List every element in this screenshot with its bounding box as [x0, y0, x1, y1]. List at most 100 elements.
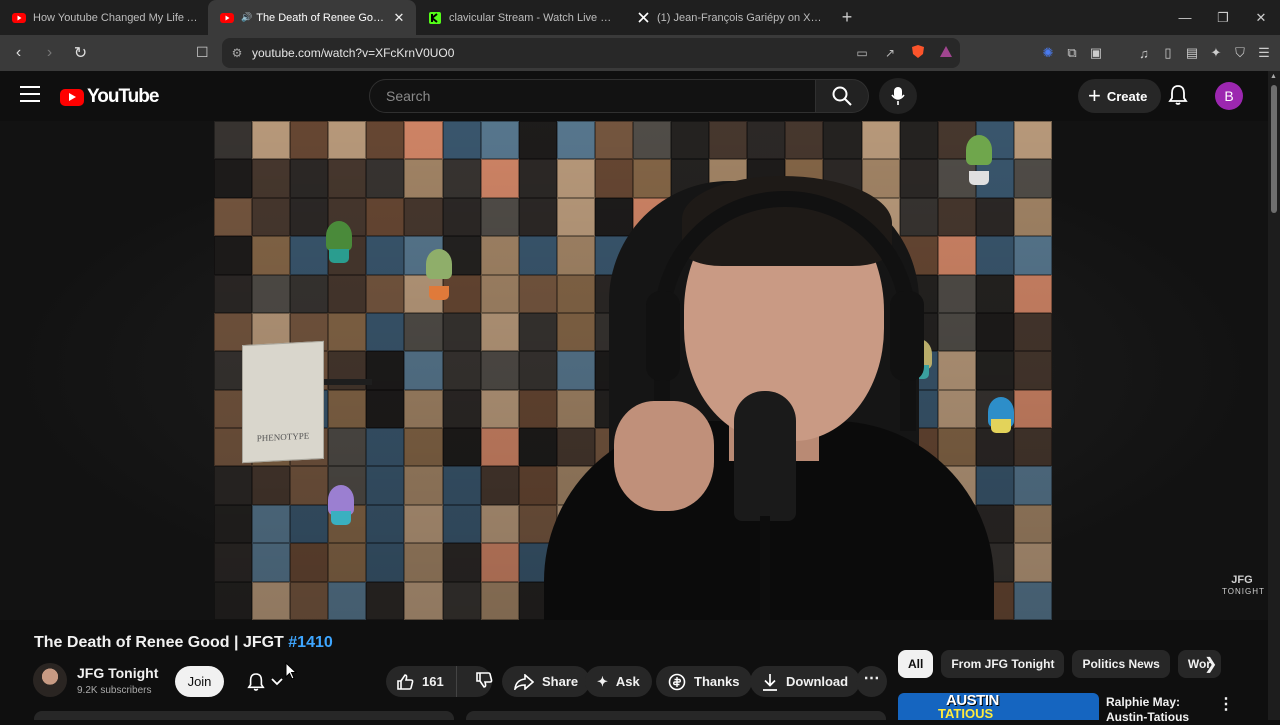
more-options-icon[interactable]: ⋮ [1218, 694, 1234, 714]
close-window-icon[interactable]: ✕ [1242, 0, 1280, 35]
create-label: Create [1106, 88, 1148, 104]
music-icon[interactable]: ♫ [1132, 46, 1156, 61]
channel-avatar[interactable] [33, 663, 67, 697]
scrollbar-thumb[interactable] [1271, 85, 1277, 213]
page-scrollbar[interactable]: ▲ [1268, 71, 1280, 720]
share-icon [514, 673, 534, 690]
extension-icon[interactable]: ✺ [1036, 45, 1060, 61]
extensions-area: ✺ ⧉ ▣ ♫ ▯ ▤ ✦ ⛉ ☰ [1036, 35, 1276, 71]
plant-decor [426, 249, 452, 279]
more-actions-button[interactable]: ⋯ [856, 666, 887, 697]
video-player[interactable]: PHENOTYPE JFG TONIGHT [0, 121, 1268, 620]
search-box [369, 79, 816, 113]
headphones [654, 191, 916, 431]
speaker-icon[interactable]: 🔊 [241, 12, 252, 23]
tab-title: How Youtube Changed My Life Alrea [33, 11, 198, 24]
forward-icon[interactable]: › [37, 44, 62, 62]
browser-tab-bar: How Youtube Changed My Life Alrea 🔊 The … [0, 0, 1280, 35]
chevron-down-icon [271, 677, 283, 685]
account-avatar[interactable]: B [1215, 82, 1243, 110]
cast-icon[interactable]: ▭ [848, 46, 876, 60]
download-icon [763, 673, 777, 691]
url-text[interactable]: youtube.com/watch?v=XFcKrnV0UO0 [252, 46, 848, 60]
browser-tab-4[interactable]: (1) Jean-François Gariépy on X: "I [624, 0, 832, 35]
kick-icon [428, 11, 442, 25]
puzzle-icon[interactable]: ⧉ [1060, 45, 1084, 61]
sidebar-icon[interactable]: ▯ [1156, 45, 1180, 61]
search-input[interactable] [370, 80, 815, 112]
bell-icon [1168, 85, 1188, 105]
x-icon [636, 11, 650, 25]
brave-shield-icon[interactable] [904, 44, 932, 62]
wallet-icon[interactable]: ▤ [1180, 45, 1204, 61]
browser-toolbar: ‹ › ↻ ☐ ⚙ youtube.com/watch?v=XFcKrnV0UO… [0, 35, 1280, 71]
info-card[interactable] [466, 711, 886, 720]
like-dislike-group: 161 [386, 666, 493, 697]
notifications-button[interactable] [1168, 84, 1188, 111]
thumbs-down-icon [475, 672, 493, 688]
create-button[interactable]: + Create [1078, 79, 1162, 113]
like-button[interactable]: 161 [386, 666, 457, 697]
close-tab-icon[interactable]: ✕ [392, 10, 406, 26]
sparkle-icon: ✦ [597, 673, 608, 689]
plus-icon: + [1088, 83, 1101, 108]
minimize-icon[interactable]: — [1166, 0, 1204, 35]
search-button[interactable] [815, 79, 869, 113]
tab-title: clavicular Stream - Watch Live on Kic [449, 11, 614, 24]
video-frame[interactable]: PHENOTYPE [214, 121, 1052, 620]
youtube-icon [220, 11, 234, 25]
browser-tab-2[interactable]: 🔊 The Death of Renee Good | JF ✕ [208, 0, 416, 35]
video-title: The Death of Renee Good | JFGT #1410 [34, 634, 333, 651]
ask-button[interactable]: ✦ Ask [585, 666, 652, 697]
chip-all[interactable]: All [898, 650, 934, 678]
reload-icon[interactable]: ↻ [68, 43, 93, 63]
tab-title: The Death of Renee Good | JF [256, 11, 386, 24]
leo-ai-icon[interactable]: ✦ [1204, 45, 1228, 61]
share-page-icon[interactable]: ↗ [876, 46, 904, 60]
vpn-icon[interactable]: ⛉ [1228, 45, 1252, 61]
chip-from-channel[interactable]: From JFG Tonight [941, 650, 1065, 678]
dislike-button[interactable] [465, 671, 493, 692]
new-tab-icon[interactable]: + [832, 7, 862, 28]
restore-icon[interactable]: ❐ [1204, 0, 1242, 35]
search-icon [832, 86, 852, 106]
menu-icon[interactable]: ☰ [1252, 45, 1276, 61]
thumbs-up-icon [397, 673, 414, 690]
browser-tab-1[interactable]: How Youtube Changed My Life Alrea [0, 0, 208, 35]
channel-name[interactable]: JFG Tonight [77, 665, 158, 681]
window-controls: — ❐ ✕ [1166, 0, 1280, 35]
screenshot-icon[interactable]: ▣ [1084, 45, 1108, 61]
subscriber-count: 9.2K subscribers [77, 685, 152, 696]
browser-tab-3[interactable]: clavicular Stream - Watch Live on Kic [416, 0, 624, 35]
microphone-icon [891, 87, 905, 105]
chip-politics-news[interactable]: Politics News [1072, 650, 1170, 678]
site-info-icon[interactable]: ⚙ [222, 46, 252, 60]
book-on-shelf: PHENOTYPE [242, 340, 324, 464]
brave-rewards-icon[interactable] [932, 45, 960, 61]
recommended-video-title[interactable]: Ralphie May: Austin-Tatious [1106, 695, 1206, 725]
person-hand [614, 401, 714, 511]
youtube-logo[interactable]: YouTube [60, 86, 159, 108]
thanks-button[interactable]: Thanks [656, 666, 752, 697]
studio-microphone [734, 391, 796, 521]
join-button[interactable]: Join [175, 666, 224, 697]
bookmark-icon[interactable]: ☐ [196, 44, 209, 61]
share-button[interactable]: Share [502, 666, 591, 697]
logo-text: YouTube [87, 86, 159, 107]
mouse-cursor [285, 661, 298, 685]
recommended-video-thumbnail[interactable]: AUSTIN TATIOUS [898, 693, 1099, 720]
back-icon[interactable]: ‹ [6, 44, 31, 62]
menu-icon[interactable] [20, 86, 40, 107]
chevron-right-icon[interactable]: ❯ [1204, 654, 1217, 674]
tab-title: (1) Jean-François Gariépy on X: "I [657, 11, 822, 24]
bell-icon [247, 672, 265, 691]
download-button[interactable]: Download [750, 666, 861, 697]
description-box[interactable] [34, 711, 454, 720]
hashtag-link[interactable]: #1410 [288, 634, 333, 651]
like-count: 161 [422, 674, 444, 689]
channel-watermark[interactable]: JFG TONIGHT [1222, 575, 1264, 597]
scroll-up-icon[interactable]: ▲ [1270, 73, 1277, 80]
cactus-decor [966, 135, 992, 165]
voice-search-button[interactable] [879, 78, 917, 114]
address-bar[interactable]: ⚙ youtube.com/watch?v=XFcKrnV0UO0 ▭ ↗ [222, 38, 960, 68]
